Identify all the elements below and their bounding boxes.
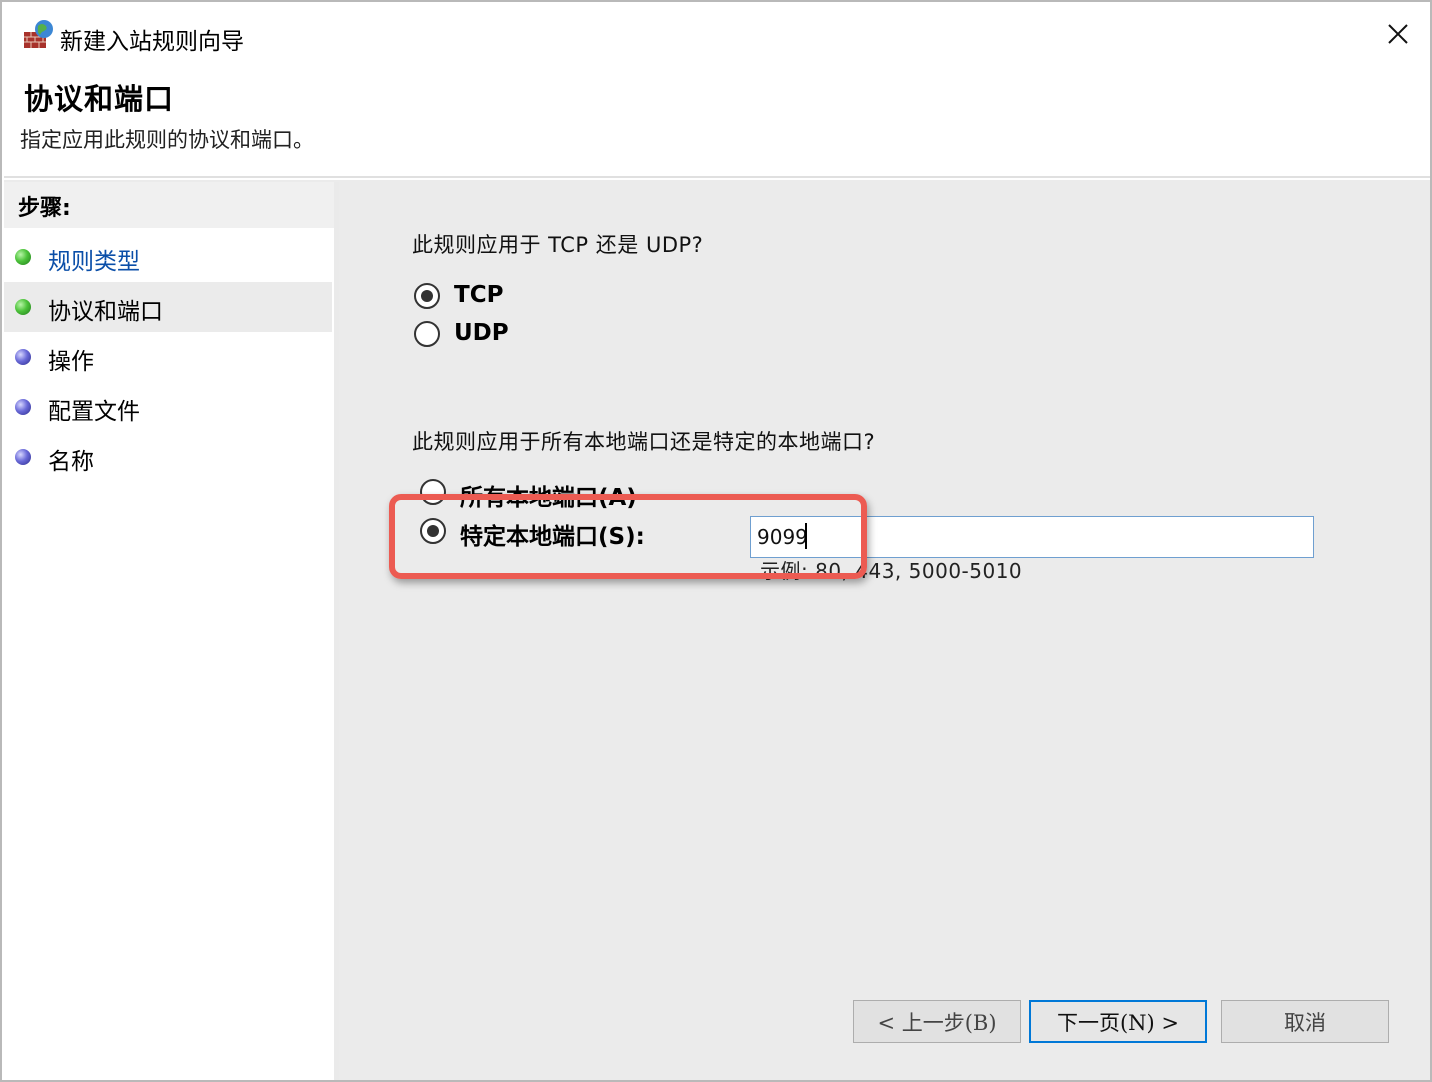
radio-all-ports[interactable]: 所有本地端口(A): [420, 477, 680, 511]
radio-specific-ports[interactable]: 特定本地端口(S):: [420, 516, 680, 550]
cancel-button[interactable]: 取消: [1221, 1000, 1389, 1043]
header-divider: [4, 176, 1430, 178]
sidebar-item-action: 操作: [4, 332, 332, 382]
sidebar-item-label: 操作: [48, 349, 94, 375]
radio-button-checked[interactable]: [420, 518, 446, 544]
wizard-window: 新建入站规则向导 协议和端口 指定应用此规则的协议和端口。 步骤: 规则类型 协…: [0, 0, 1432, 1082]
sidebar-item-label: 配置文件: [48, 399, 140, 425]
step-pending-icon: [15, 399, 31, 415]
sidebar-divider: [334, 182, 339, 1080]
steps-heading-label: 步骤:: [18, 196, 71, 221]
page-title: 协议和端口: [24, 82, 175, 116]
radio-udp[interactable]: UDP: [414, 319, 534, 351]
steps-heading: 步骤:: [4, 182, 334, 228]
step-completed-icon: [15, 249, 31, 265]
back-button[interactable]: < 上一步(B): [853, 1000, 1021, 1043]
firewall-globe-icon: [24, 20, 53, 48]
port-example-hint: 示例: 80, 443, 5000-5010: [760, 559, 1023, 583]
step-pending-icon: [15, 449, 31, 465]
sidebar-item-protocol-ports[interactable]: 协议和端口: [4, 282, 332, 332]
sidebar-item-label: 规则类型: [48, 249, 140, 275]
page-subtitle: 指定应用此规则的协议和端口。: [20, 128, 314, 152]
radio-button-checked[interactable]: [414, 283, 440, 309]
sidebar-item-label: 协议和端口: [48, 299, 163, 325]
radio-button[interactable]: [414, 321, 440, 347]
sidebar-item-label: 名称: [48, 449, 94, 475]
step-current-icon: [15, 299, 31, 315]
next-button[interactable]: 下一页(N) >: [1029, 1000, 1207, 1043]
radio-tcp[interactable]: TCP: [414, 281, 534, 313]
step-pending-icon: [15, 349, 31, 365]
title-bar: 新建入站规则向导: [4, 4, 1430, 64]
text-caret: [805, 523, 807, 549]
page-header: 协议和端口 指定应用此规则的协议和端口。: [4, 64, 1430, 178]
sidebar-item-rule-type[interactable]: 规则类型: [4, 232, 332, 282]
port-question: 此规则应用于所有本地端口还是特定的本地端口?: [412, 430, 876, 454]
close-icon[interactable]: [1380, 16, 1416, 52]
radio-udp-label: UDP: [454, 320, 509, 346]
sidebar-item-name: 名称: [4, 432, 332, 482]
radio-specific-ports-label: 特定本地端口(S):: [460, 524, 645, 550]
radio-button[interactable]: [420, 479, 446, 505]
sidebar-item-profile: 配置文件: [4, 382, 332, 432]
window-title: 新建入站规则向导: [60, 29, 244, 55]
radio-tcp-label: TCP: [454, 282, 504, 308]
radio-all-ports-label: 所有本地端口(A): [460, 485, 637, 511]
protocol-question: 此规则应用于 TCP 还是 UDP?: [412, 233, 704, 257]
specific-ports-input[interactable]: [750, 516, 1314, 558]
steps-sidebar: 步骤: 规则类型 协议和端口 操作 配置文件 名称: [4, 182, 334, 1080]
